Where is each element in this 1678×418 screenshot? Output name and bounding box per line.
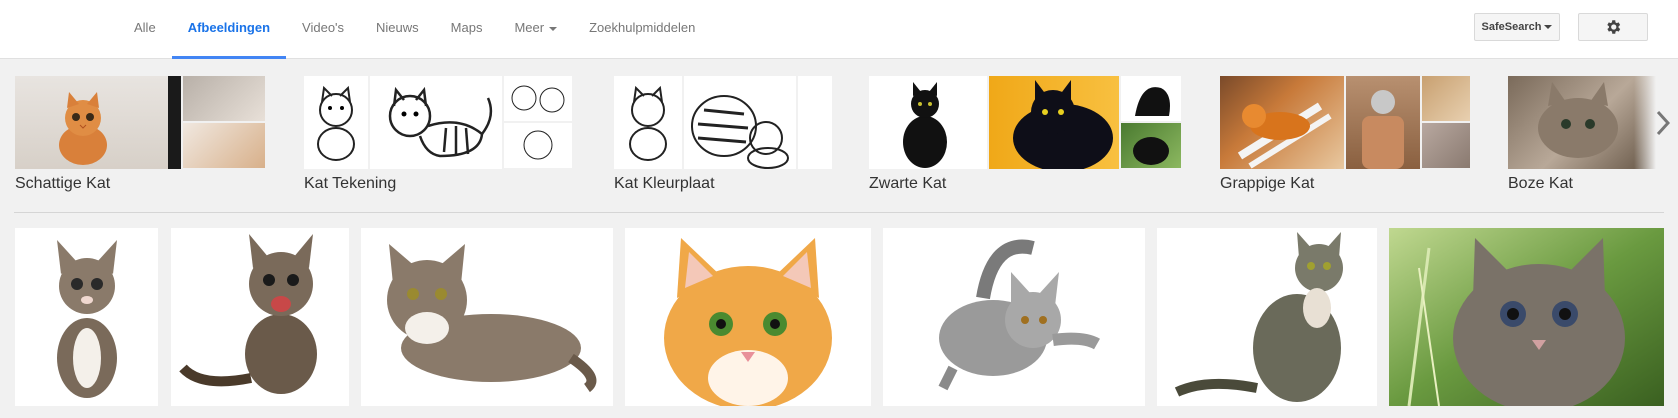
tab-maps[interactable]: Maps	[435, 0, 499, 58]
related-search-label: Schattige Kat	[15, 175, 111, 192]
related-search-label: Boze Kat	[1508, 175, 1573, 192]
kitten-photo	[183, 76, 265, 121]
tab-search-tools[interactable]: Zoekhulpmiddelen	[573, 0, 711, 58]
related-search-cat-drawing[interactable]: Kat Tekening	[304, 76, 574, 200]
related-next-button[interactable]	[1634, 76, 1674, 169]
black-cat-photo	[869, 76, 987, 169]
tab-images[interactable]: Afbeeldingen	[171, 0, 287, 59]
tabby-kitten-image	[171, 228, 349, 406]
orange-kitten-image	[625, 228, 871, 406]
safesearch-label: SafeSearch	[1481, 21, 1542, 33]
related-search-label: Kat Kleurplaat	[614, 175, 715, 192]
related-thumbnails	[614, 76, 834, 169]
image-result[interactable]	[625, 228, 871, 406]
cat-coloring-image	[614, 76, 682, 169]
chevron-down-icon	[549, 26, 558, 31]
tab-all[interactable]: Alle	[118, 0, 172, 58]
funny-cat-photo	[1220, 76, 1344, 169]
related-search-funny-cat[interactable]: Grappige Kat	[1220, 76, 1470, 200]
chevron-right-icon	[1656, 110, 1670, 135]
safesearch-button[interactable]: SafeSearch	[1474, 13, 1560, 41]
funny-cat-photo	[1422, 76, 1470, 121]
top-navigation-bar: Alle Afbeeldingen Video's Nieuws Maps Me…	[0, 0, 1678, 59]
black-cat-photo	[1121, 76, 1181, 121]
funny-cat-photo	[1346, 76, 1420, 169]
image-result[interactable]	[1157, 228, 1377, 406]
image-result[interactable]	[883, 228, 1145, 406]
cat-coloring-image	[684, 76, 796, 169]
related-thumbnails	[869, 76, 1183, 169]
kitten-in-grass-image	[1389, 228, 1664, 406]
cat-drawing	[304, 76, 368, 169]
image-result[interactable]	[15, 228, 158, 406]
tab-more[interactable]: Meer	[498, 0, 573, 58]
search-type-tabs: Alle Afbeeldingen Video's Nieuws Maps Me…	[118, 0, 711, 59]
tab-news[interactable]: Nieuws	[360, 0, 435, 58]
related-thumbnails	[15, 76, 267, 169]
tab-videos[interactable]: Video's	[286, 0, 360, 58]
kitten-photo	[183, 123, 265, 168]
related-thumbnails	[304, 76, 574, 169]
section-divider	[14, 212, 1664, 213]
related-search-black-cat[interactable]: Zwarte Kat	[869, 76, 1181, 200]
cat-drawing	[504, 123, 572, 168]
playful-kitten-image	[883, 228, 1145, 406]
black-cat-photo	[1121, 123, 1181, 168]
related-search-cute-cat[interactable]: Schattige Kat	[15, 76, 265, 200]
related-search-label: Zwarte Kat	[869, 175, 947, 192]
black-cat-photo	[989, 76, 1119, 169]
tabby-cat-image	[361, 228, 613, 406]
cat-drawing	[504, 76, 572, 121]
cat-drawing	[370, 76, 502, 169]
gear-icon	[1607, 20, 1621, 34]
funny-cat-photo	[1422, 123, 1470, 168]
related-search-label: Grappige Kat	[1220, 175, 1315, 192]
related-search-label: Kat Tekening	[304, 175, 397, 192]
related-searches: Schattige Kat Kat Tekening Kat Kleurplaa…	[0, 70, 1678, 200]
tabby-cat-sitting-image	[1157, 228, 1377, 406]
related-thumbnails	[1220, 76, 1472, 169]
chevron-down-icon	[1544, 25, 1553, 30]
related-search-cat-coloring-page[interactable]: Kat Kleurplaat	[614, 76, 832, 200]
settings-button[interactable]	[1578, 13, 1648, 41]
tab-more-label: Meer	[514, 20, 545, 35]
image-result[interactable]	[171, 228, 349, 406]
image-result[interactable]	[361, 228, 613, 406]
cat-coloring-image	[798, 76, 832, 169]
image-results-grid	[0, 228, 1678, 418]
kitten-photo	[15, 76, 181, 169]
tabby-kitten-image	[15, 228, 158, 406]
image-result[interactable]	[1389, 228, 1664, 406]
